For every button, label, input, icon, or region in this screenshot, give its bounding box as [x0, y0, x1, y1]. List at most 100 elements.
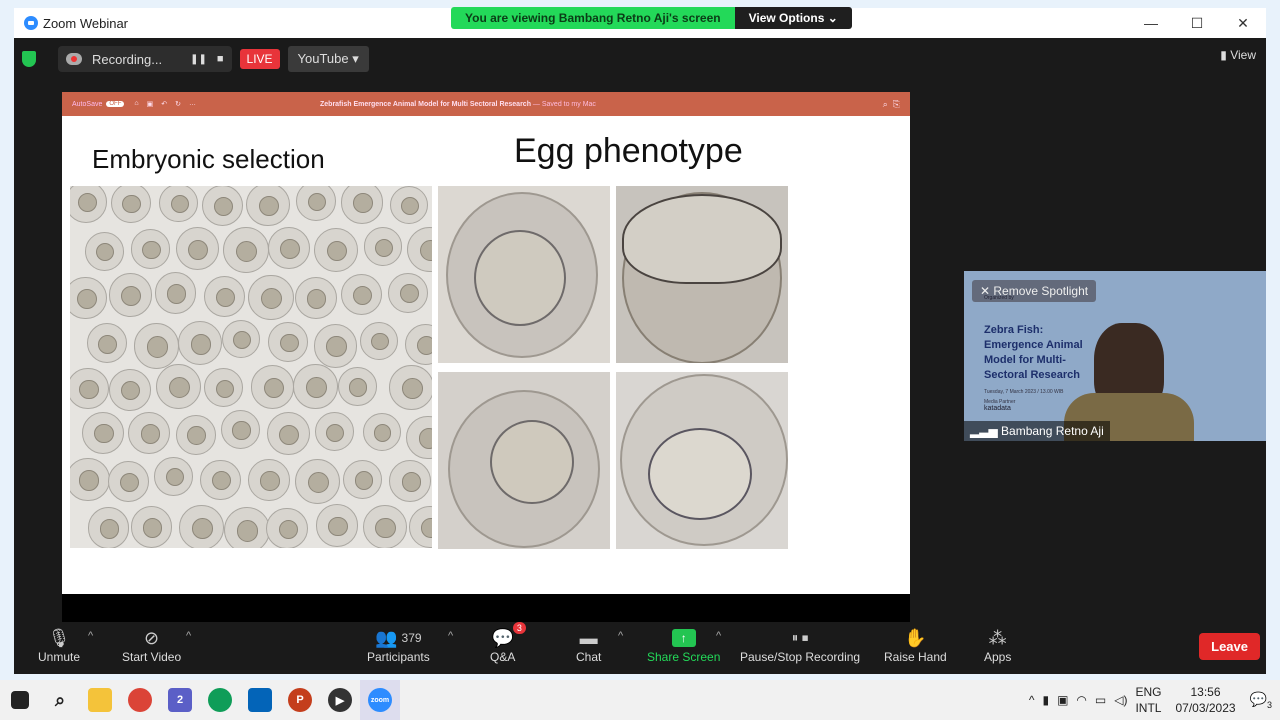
embryo: [406, 227, 432, 273]
outlook-button[interactable]: [240, 680, 280, 720]
view-button[interactable]: ▮ View: [1220, 48, 1256, 62]
speaker-name: ▂▃▅ Bambang Retno Aji: [964, 421, 1110, 441]
partner-logo: katadata: [984, 405, 1011, 412]
participants-button[interactable]: 👥 379 Participants: [367, 626, 430, 665]
clock-date: 07/03/2023: [1175, 701, 1236, 715]
embryo: [389, 460, 432, 503]
webinar-title-line: Zebra Fish:: [984, 324, 1044, 336]
embryo: [108, 273, 153, 317]
embryo: [175, 227, 220, 271]
clock[interactable]: 13:56 07/03/2023: [1175, 684, 1235, 716]
shield-icon[interactable]: [22, 51, 36, 67]
start-video-label: Start Video: [122, 650, 182, 664]
webinar-title-line: Emergence Animal: [984, 339, 1083, 351]
raise-hand-button[interactable]: ✋ Raise Hand: [884, 626, 947, 665]
chrome-profile-button[interactable]: [200, 680, 240, 720]
battery-icon[interactable]: ▭: [1095, 693, 1106, 707]
file-explorer-button[interactable]: [80, 680, 120, 720]
start-video-button[interactable]: ⊘ Start Video: [122, 626, 182, 665]
maximize-button[interactable]: ☐: [1174, 8, 1220, 38]
embryo: [294, 277, 337, 319]
webinar-title: Zebra Fish: Emergence Animal Model for M…: [984, 323, 1083, 383]
window-title: Zoom Webinar: [43, 15, 129, 31]
embryo: [201, 186, 243, 226]
embryo: [266, 507, 308, 548]
meeting-toolbar: 🎙 Unmute ^ ⊘ Start Video ^ 👥 379 Partici…: [14, 622, 1266, 674]
more-icon: …: [188, 100, 196, 107]
view-options-button[interactable]: View Options ⌄: [734, 7, 852, 29]
participants-caret[interactable]: ^: [448, 630, 453, 642]
participants-count: 379: [401, 631, 422, 645]
meeting-topbar: Recording... ❚❚ ■ LIVE YouTube ▾: [22, 46, 369, 72]
share-screen-button[interactable]: ↑ Share Screen: [647, 626, 720, 664]
live-badge[interactable]: LIVE: [239, 49, 280, 69]
media-player-button[interactable]: ▶: [320, 680, 360, 720]
qa-button[interactable]: 💬 3 Q&A: [490, 622, 526, 664]
lang-line1: ENG: [1135, 685, 1162, 699]
home-icon: ⌂: [134, 100, 139, 107]
organizer-label: Organized by: [984, 295, 1014, 301]
windows-icon: [11, 691, 29, 709]
embryo: [404, 323, 432, 366]
embryo: [220, 410, 261, 450]
recording-status: Recording... ❚❚ ■: [58, 46, 232, 72]
powerpoint-button[interactable]: P: [280, 680, 320, 720]
speaker-video[interactable]: ✕ Remove Spotlight Organized by Zebra Fi…: [964, 271, 1266, 441]
zoom-taskbar-button[interactable]: zoom: [360, 680, 400, 720]
doc-name: Zebrafish Emergence Animal Model for Mul…: [320, 100, 531, 108]
unmute-button[interactable]: 🎙 Unmute: [38, 626, 80, 665]
share-options-caret[interactable]: ^: [716, 630, 721, 642]
audio-options-caret[interactable]: ^: [88, 630, 93, 642]
stream-dropdown[interactable]: YouTube ▾: [287, 46, 369, 72]
leave-button[interactable]: Leave: [1199, 633, 1260, 660]
close-button[interactable]: ✕: [1220, 8, 1266, 38]
embryo: [340, 273, 383, 316]
search-button[interactable]: ⌕: [40, 680, 80, 720]
embryo: [313, 323, 358, 368]
embryo: [70, 457, 110, 502]
video-options-caret[interactable]: ^: [186, 630, 191, 642]
participants-label: Participants: [367, 650, 430, 664]
embryo: [204, 275, 246, 318]
start-button[interactable]: [0, 680, 40, 720]
tray-chevron-icon[interactable]: ^: [1029, 693, 1035, 707]
chrome-button[interactable]: [120, 680, 160, 720]
volume-icon[interactable]: ◁): [1114, 693, 1127, 707]
minimize-button[interactable]: —: [1128, 8, 1174, 38]
embryo: [343, 459, 383, 499]
powerpoint-icon: P: [288, 688, 312, 712]
clock-time: 13:56: [1190, 685, 1221, 699]
wifi-icon[interactable]: ◠: [1076, 693, 1086, 707]
embryo: [200, 459, 241, 501]
embryo: [110, 186, 151, 223]
display-icon[interactable]: ▣: [1057, 693, 1068, 707]
embryo: [314, 412, 354, 452]
apps-button[interactable]: ⁂ Apps: [984, 626, 1011, 665]
mic-tray-icon[interactable]: ▮: [1042, 693, 1049, 707]
embryo: [204, 368, 244, 408]
stop-recording-button[interactable]: ■: [217, 53, 224, 65]
window-controls: — ☐ ✕: [1128, 8, 1266, 38]
view-options-label: View Options: [748, 11, 825, 25]
embryo: [340, 186, 384, 224]
embryo: [221, 320, 261, 359]
pause-stop-recording-button[interactable]: ⏸ ⏹ Pause/Stop Recording: [740, 626, 860, 664]
chat-button[interactable]: ▬ Chat: [576, 626, 601, 665]
embryo: [87, 507, 130, 548]
embryo: [179, 505, 224, 548]
speaker-name-label: Bambang Retno Aji: [1001, 424, 1104, 438]
mic-muted-icon: 🎙: [47, 627, 71, 648]
teams-button[interactable]: 2: [160, 680, 200, 720]
chat-caret[interactable]: ^: [618, 630, 623, 642]
embryo: [362, 412, 401, 451]
embryo: [251, 365, 295, 409]
embryo: [363, 227, 403, 267]
apps-icon: ⁂: [988, 627, 1007, 648]
pause-recording-button[interactable]: ❚❚: [190, 54, 207, 65]
notification-button[interactable]: 💬3: [1250, 691, 1272, 710]
search-icon: ⌕: [54, 689, 66, 710]
embryos-photo: [70, 186, 432, 548]
embryo: [155, 364, 201, 410]
embryo: [130, 229, 170, 269]
language-indicator[interactable]: ENG INTL: [1135, 684, 1161, 716]
